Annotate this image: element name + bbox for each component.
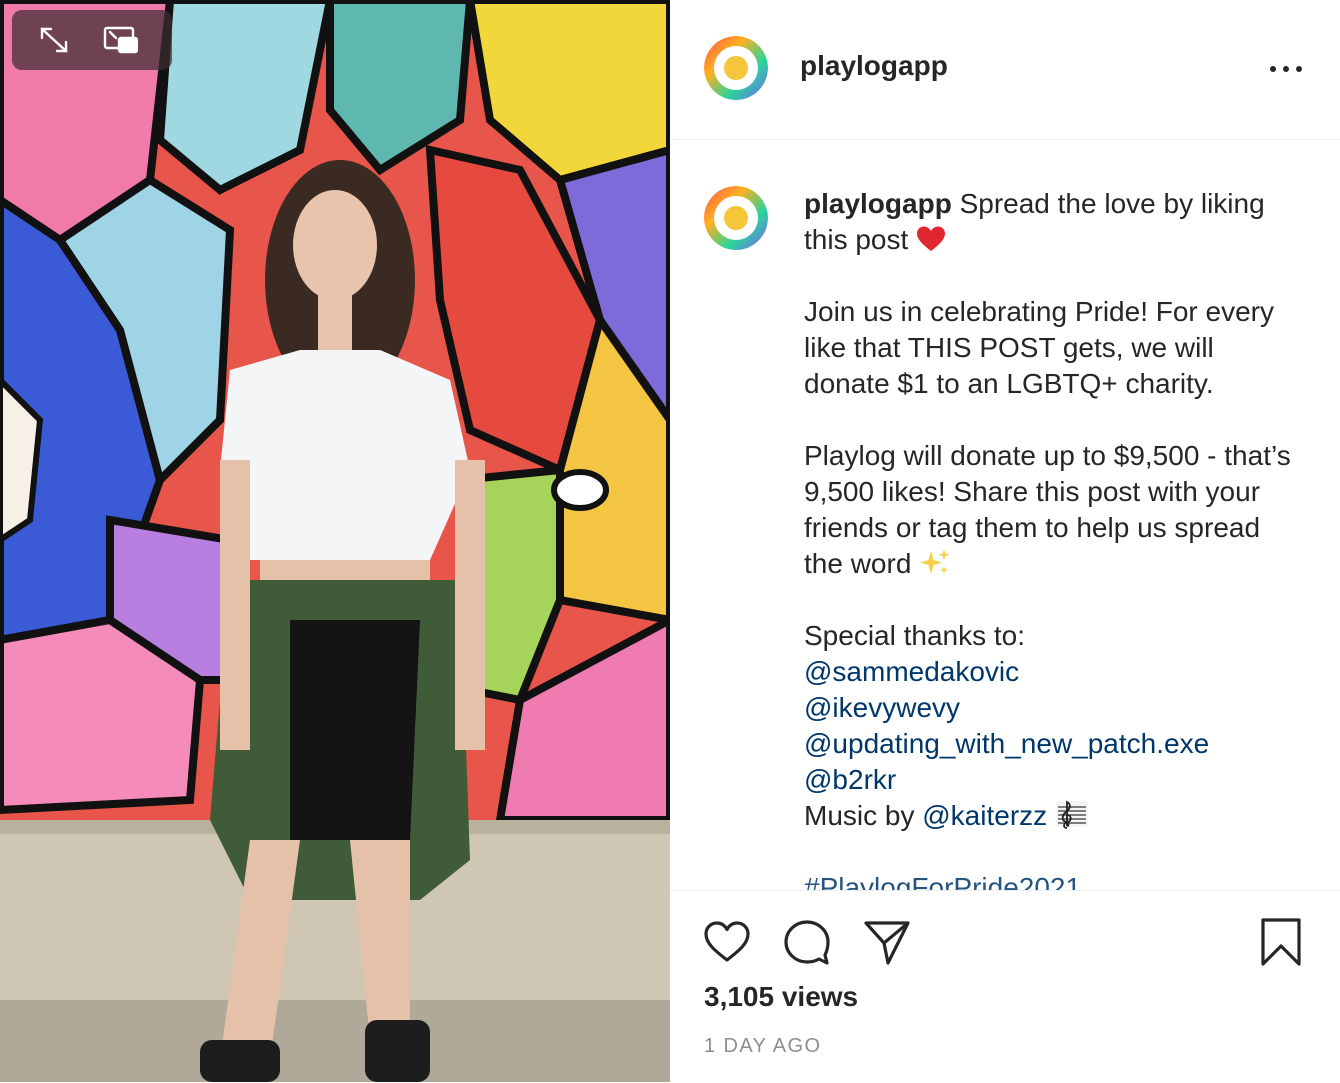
post-side-panel: playlogapp playlogapp Spread the love by…	[670, 0, 1340, 1082]
comment-icon[interactable]	[782, 917, 832, 967]
caption-para-donate: Playlog will donate up to $9,500 - that’…	[804, 440, 1291, 579]
views-count[interactable]: 3,105 views	[704, 981, 858, 1013]
post-header: playlogapp	[670, 0, 1340, 140]
more-options-icon[interactable]	[1266, 54, 1306, 84]
post-timestamp[interactable]: 1 DAY AGO	[704, 1035, 821, 1058]
header-username[interactable]: playlogapp	[800, 50, 948, 82]
caption-para-pride: Join us in celebrating Pride! For every …	[804, 296, 1274, 399]
caption-avatar[interactable]	[704, 186, 768, 250]
mention-link[interactable]: @updating_with_new_patch.exe	[804, 728, 1209, 759]
mention-link[interactable]: @ikevywevy	[804, 692, 960, 723]
post-actions: 3,105 views 1 DAY AGO	[670, 890, 1340, 1083]
caption-area: playlogapp Spread the love by liking thi…	[670, 140, 1340, 890]
picture-in-picture-icon[interactable]	[102, 24, 139, 56]
hashtag-link[interactable]: #PlaylogForPride2021	[804, 872, 1081, 890]
heart-icon[interactable]	[702, 917, 752, 967]
mural-video-frame	[0, 0, 670, 1082]
avatar[interactable]	[704, 36, 768, 100]
paper-plane-icon[interactable]	[862, 917, 912, 967]
thanks-label: Special thanks to:	[804, 620, 1026, 651]
sparkles-icon	[920, 549, 950, 574]
caption-text: playlogapp Spread the love by liking thi…	[804, 186, 1304, 890]
video-controls	[12, 10, 172, 70]
red-heart-icon	[917, 226, 946, 251]
caption-username[interactable]: playlogapp	[804, 188, 952, 219]
musical-score-icon	[1055, 800, 1088, 829]
mention-link[interactable]: @b2rkr	[804, 764, 896, 795]
music-mention-link[interactable]: @kaiterzz	[922, 800, 1047, 831]
bookmark-icon[interactable]	[1256, 917, 1306, 967]
mention-link[interactable]: @sammedakovic	[804, 656, 1019, 687]
post-media-video[interactable]	[0, 0, 670, 1082]
music-label: Music by	[804, 800, 915, 831]
expand-arrows-icon[interactable]	[36, 24, 72, 56]
